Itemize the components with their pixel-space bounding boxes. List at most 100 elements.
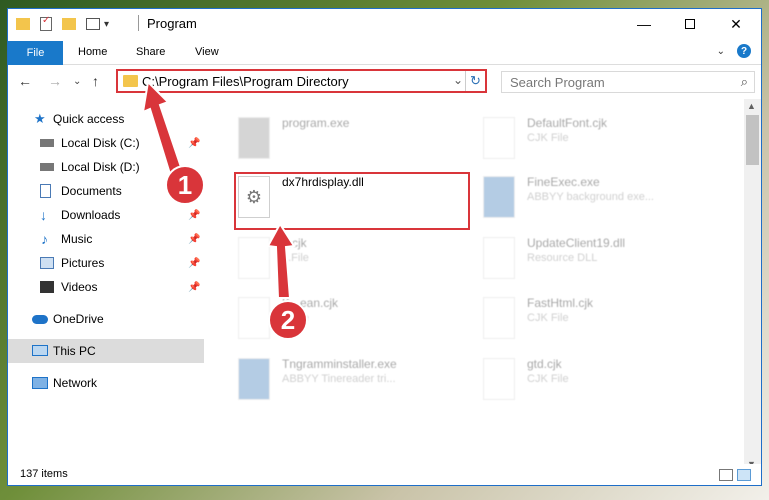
list-item[interactable]: program.exe bbox=[234, 113, 464, 173]
scroll-up-icon[interactable]: ▲ bbox=[747, 101, 756, 111]
file-icon bbox=[483, 358, 515, 400]
list-item[interactable]: DefaultFont.cjk CJK File bbox=[479, 113, 709, 173]
explorer-window: ✓ ▾ Program — ✕ File Home Share View ⌄ ?… bbox=[7, 8, 762, 486]
navigation-bar: ← → ⌄ ↑ C:\Program Files\Program Directo… bbox=[8, 65, 761, 97]
file-icon bbox=[483, 117, 515, 159]
vertical-scrollbar[interactable]: ▲ ▼ bbox=[744, 99, 761, 471]
sidebar-item-label: Downloads bbox=[61, 208, 121, 222]
address-dropdown-button[interactable]: ⌄ bbox=[453, 73, 463, 87]
executable-icon bbox=[238, 117, 270, 159]
videos-icon bbox=[40, 281, 54, 293]
title-separator bbox=[138, 15, 139, 31]
window-title: Program bbox=[147, 16, 197, 31]
ribbon-right-controls: ⌄ ? bbox=[717, 44, 751, 58]
file-type: ABBYY background exe... bbox=[527, 191, 654, 203]
step-badge-1: 1 bbox=[165, 165, 205, 205]
file-name: program.exe bbox=[282, 116, 350, 130]
step-badge-2: 2 bbox=[268, 300, 308, 340]
computer-icon bbox=[32, 345, 48, 356]
file-name: FastHtml.cjk bbox=[527, 296, 593, 310]
maximize-button[interactable] bbox=[667, 9, 713, 39]
documents-icon bbox=[40, 184, 51, 198]
pin-icon: 📌 bbox=[188, 281, 201, 293]
dll-gear-icon bbox=[483, 237, 515, 279]
view-options-icon[interactable] bbox=[86, 18, 100, 30]
tab-share[interactable]: Share bbox=[136, 46, 165, 58]
sidebar-item-videos[interactable]: Videos 📌 bbox=[8, 275, 204, 299]
arrow-2 bbox=[266, 222, 296, 299]
sidebar-item-network[interactable]: Network bbox=[8, 371, 204, 395]
ribbon-tabs: File Home Share View ⌄ ? bbox=[8, 39, 761, 65]
title-bar: ✓ ▾ Program — ✕ bbox=[8, 9, 761, 39]
list-item[interactable]: FastHtml.cjk CJK File bbox=[479, 293, 709, 353]
file-type: ABBYY Tinereader tri... bbox=[282, 373, 396, 385]
network-icon bbox=[32, 377, 48, 389]
tab-home[interactable]: Home bbox=[78, 46, 107, 58]
file-name: FineExec.exe bbox=[527, 175, 600, 189]
sidebar-item-label: Network bbox=[53, 376, 98, 390]
sidebar-item-label: Local Disk (C:) bbox=[61, 136, 140, 150]
pin-icon: 📌 bbox=[188, 233, 201, 245]
sidebar-item-label: Videos bbox=[61, 280, 98, 294]
sidebar-item-this-pc[interactable]: This PC bbox=[8, 339, 204, 363]
file-type: Resource DLL bbox=[527, 252, 598, 264]
drive-icon bbox=[40, 139, 54, 147]
sidebar-item-label: OneDrive bbox=[53, 312, 104, 326]
music-icon: ♪ bbox=[41, 231, 48, 247]
forward-button[interactable]: → bbox=[48, 73, 62, 89]
executable-icon bbox=[483, 176, 515, 218]
back-button[interactable]: ← bbox=[18, 73, 32, 89]
tab-view[interactable]: View bbox=[195, 46, 219, 58]
status-bar: 137 items bbox=[8, 464, 761, 485]
list-item[interactable]: FineExec.exe ABBYY background exe... bbox=[479, 172, 709, 232]
list-item[interactable]: gtd.cjk CJK File bbox=[479, 354, 709, 414]
file-type: CJK File bbox=[527, 312, 569, 324]
file-name: UpdateClient19.dll bbox=[527, 236, 626, 250]
minimize-icon: — bbox=[637, 16, 651, 32]
sidebar-item-downloads[interactable]: ↓ Downloads 📌 bbox=[8, 203, 204, 227]
sidebar-item-music[interactable]: ♪ Music 📌 bbox=[8, 227, 204, 251]
file-type: CJK File bbox=[527, 373, 569, 385]
installer-icon bbox=[238, 358, 270, 400]
help-button[interactable]: ? bbox=[737, 44, 751, 58]
search-placeholder: Search Program bbox=[510, 75, 605, 90]
expand-ribbon-chevron-icon[interactable]: ⌄ bbox=[717, 46, 725, 57]
star-icon: ★ bbox=[34, 111, 46, 126]
refresh-button[interactable]: ↻ bbox=[465, 71, 485, 91]
cloud-icon bbox=[32, 315, 48, 324]
properties-icon[interactable]: ✓ bbox=[40, 15, 52, 31]
sidebar-item-label: Pictures bbox=[61, 256, 105, 270]
file-name: Tngramminstaller.exe bbox=[282, 357, 397, 371]
search-input[interactable]: Search Program ⌕ bbox=[501, 71, 755, 93]
sidebar-item-label: Documents bbox=[61, 184, 122, 198]
sidebar-item-label: This PC bbox=[53, 344, 96, 358]
list-item[interactable]: UpdateClient19.dll Resource DLL bbox=[479, 233, 709, 293]
new-folder-icon[interactable] bbox=[62, 18, 76, 30]
list-item[interactable]: Tngramminstaller.exe ABBYY Tinereader tr… bbox=[234, 354, 464, 414]
customize-toolbar-chevron-icon[interactable]: ▾ bbox=[104, 19, 109, 30]
drive-icon bbox=[40, 163, 54, 171]
details-view-icon[interactable] bbox=[719, 469, 733, 481]
pin-icon: 📌 bbox=[188, 257, 201, 269]
file-icon bbox=[483, 297, 515, 339]
sidebar-item-label: Local Disk (D:) bbox=[61, 160, 140, 174]
downloads-icon: ↓ bbox=[40, 207, 47, 223]
tab-file[interactable]: File bbox=[8, 41, 63, 65]
quick-access-toolbar: ✓ ▾ bbox=[16, 15, 109, 33]
close-button[interactable]: ✕ bbox=[713, 9, 759, 39]
sidebar-item-onedrive[interactable]: OneDrive bbox=[8, 307, 204, 331]
search-icon[interactable]: ⌕ bbox=[741, 74, 748, 90]
up-button[interactable]: ↑ bbox=[92, 73, 99, 89]
close-icon: ✕ bbox=[730, 15, 742, 32]
sidebar-item-label: Music bbox=[61, 232, 93, 246]
large-icons-view-icon[interactable] bbox=[737, 469, 751, 481]
minimize-button[interactable]: — bbox=[621, 9, 667, 39]
scroll-thumb[interactable] bbox=[746, 115, 759, 165]
file-type: CJK File bbox=[527, 132, 569, 144]
recent-locations-button[interactable]: ⌄ bbox=[73, 76, 81, 87]
sidebar-item-label: Quick access bbox=[53, 112, 125, 126]
folder-icon[interactable] bbox=[16, 18, 30, 30]
pin-icon: 📌 bbox=[188, 209, 201, 221]
sidebar-item-pictures[interactable]: Pictures 📌 bbox=[8, 251, 204, 275]
file-name: gtd.cjk bbox=[527, 357, 562, 371]
